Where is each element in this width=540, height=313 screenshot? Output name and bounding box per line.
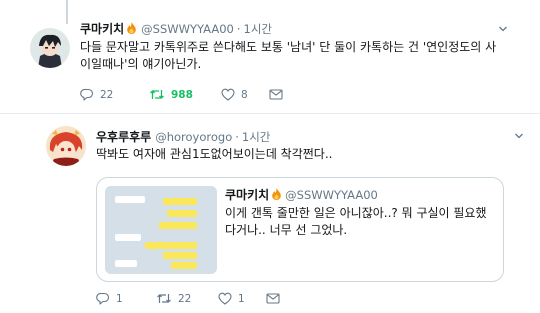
user-handle[interactable]: @horoyorogo: [155, 130, 232, 144]
avatar[interactable]: [46, 126, 86, 166]
display-name[interactable]: 우후루후루: [96, 128, 151, 145]
chevron-down-icon[interactable]: [514, 131, 524, 141]
chat-bubble: [163, 252, 197, 259]
quoted-tweet-image[interactable]: [105, 186, 217, 274]
chat-bubble: [115, 260, 137, 267]
chat-bubble: [145, 242, 197, 249]
chat-bubble: [171, 262, 197, 269]
tweet-header: 우후루후루 @horoyorogo · 1시간: [96, 128, 270, 145]
quoted-tweet[interactable]: 쿠마키치 @SSWWYYAA00 이게 갠톡 줄만한 일은 아니잖아..? 뭐 …: [96, 177, 504, 282]
like-count: 1: [238, 292, 245, 305]
quoted-tweet-text: 이게 갠톡 줄만한 일은 아니잖아..? 뭐 구실이 필요했다거나.. 너무 선…: [225, 206, 487, 237]
chat-bubble: [167, 210, 197, 217]
retweet-icon: [157, 294, 171, 303]
tweet[interactable]: 우후루후루 @horoyorogo · 1시간 딱봐도 여자애 관심1도없어보이…: [0, 0, 540, 313]
reply-icon: [96, 292, 110, 305]
quoted-display-name: 쿠마키치: [225, 188, 270, 202]
separator: ·: [235, 130, 239, 144]
quoted-user-handle: @SSWWYYAA00: [285, 188, 378, 202]
chat-bubble: [115, 196, 145, 203]
direct-message-button[interactable]: [266, 292, 280, 305]
quoted-tweet-header: 쿠마키치 @SSWWYYAA00: [225, 186, 378, 203]
reply-count: 1: [116, 292, 123, 305]
avatar-image: [46, 126, 86, 166]
direct-message-icon: [266, 293, 280, 304]
heart-icon: [218, 292, 232, 305]
retweet-count: 22: [178, 292, 192, 305]
reply-button[interactable]: 1: [96, 292, 156, 305]
retweet-button[interactable]: 22: [156, 292, 218, 305]
timestamp[interactable]: 1시간: [242, 129, 270, 145]
like-button[interactable]: 1: [218, 292, 266, 305]
chat-bubble: [115, 234, 141, 241]
tweet-text: 딱봐도 여자애 관심1도없어보이는데 착각쩐다..: [96, 147, 333, 161]
chat-bubble: [159, 222, 197, 229]
fire-icon: [272, 188, 281, 200]
tweet-actions: 1 22 1: [96, 292, 280, 305]
chat-bubble: [163, 198, 197, 205]
